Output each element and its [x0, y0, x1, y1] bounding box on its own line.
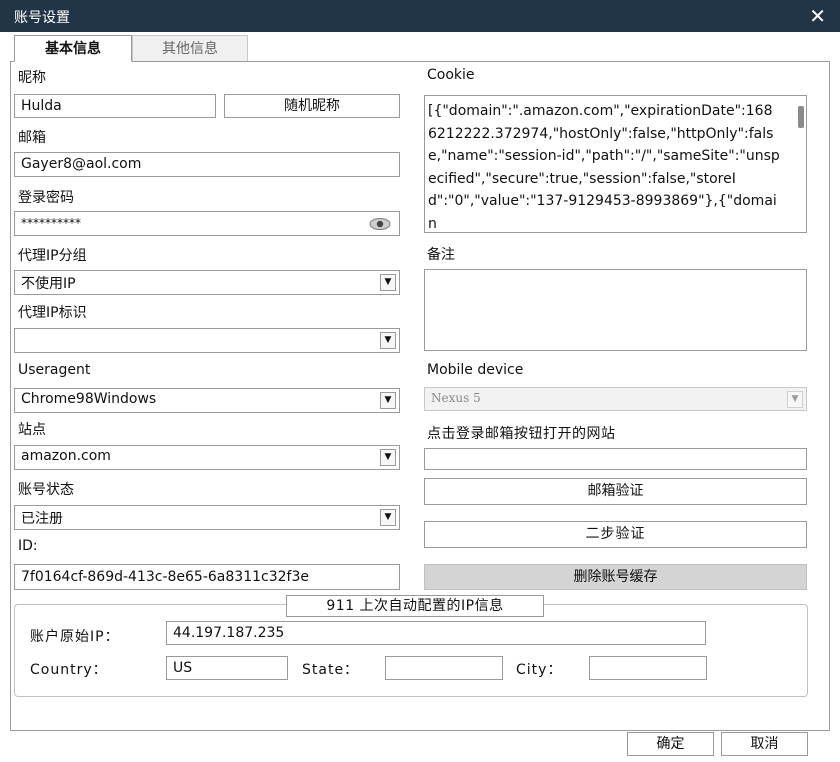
site-label: 站点 — [18, 422, 46, 438]
city-label: City： — [516, 662, 563, 678]
chevron-down-icon[interactable]: ▼ — [380, 449, 396, 466]
password-label: 登录密码 — [18, 190, 74, 206]
useragent-label: Useragent — [18, 362, 91, 378]
note-label: 备注 — [427, 247, 455, 263]
mobile-device-select: Nexus 5 ▼ — [424, 387, 807, 411]
cancel-button[interactable]: 取消 — [721, 732, 808, 756]
title-bar: 账号设置 ✕ — [0, 0, 840, 32]
chevron-down-icon: ▼ — [787, 391, 803, 408]
note-textarea[interactable] — [424, 269, 807, 351]
nickname-input[interactable]: Hulda — [14, 94, 216, 118]
nickname-label: 昵称 — [18, 70, 46, 86]
chevron-down-icon[interactable]: ▼ — [380, 392, 396, 409]
delete-cache-button[interactable]: 删除账号缓存 — [424, 564, 807, 590]
tab-other-info[interactable]: 其他信息 — [132, 35, 248, 61]
original-ip-label: 账户原始IP： — [30, 629, 120, 645]
proxy-group-select[interactable]: 不使用IP ▼ — [14, 270, 400, 295]
window-title: 账号设置 — [14, 10, 70, 26]
proxy-tag-label: 代理IP标识 — [18, 305, 87, 321]
chevron-down-icon[interactable]: ▼ — [380, 274, 396, 291]
ip-info-group — [14, 604, 808, 697]
state-label: State： — [302, 662, 360, 678]
account-settings-window: 账号设置 ✕ 基本信息 其他信息 昵称 Hulda 随机昵称 邮箱 Gayer8… — [0, 0, 840, 762]
chevron-down-icon[interactable]: ▼ — [380, 509, 396, 526]
original-ip-input[interactable]: 44.197.187.235 — [166, 621, 706, 645]
mobile-device-label: Mobile device — [427, 362, 524, 378]
ok-button[interactable]: 确定 — [627, 732, 714, 756]
useragent-select[interactable]: Chrome98Windows ▼ — [14, 388, 400, 413]
account-status-select[interactable]: 已注册 ▼ — [14, 505, 400, 530]
cookie-textarea[interactable]: [{"domain":".amazon.com","expirationDate… — [424, 95, 807, 233]
mobile-device-value: Nexus 5 — [431, 391, 481, 405]
site-value: amazon.com — [21, 448, 111, 464]
useragent-value: Chrome98Windows — [21, 391, 157, 407]
email-site-input[interactable] — [424, 448, 807, 470]
cookie-scrollbar[interactable] — [798, 106, 804, 128]
id-label: ID: — [18, 538, 38, 554]
ip-info-title: 911 上次自动配置的IP信息 — [286, 595, 544, 617]
id-input[interactable]: 7f0164cf-869d-413c-8e65-6a8311c32f3e — [14, 564, 400, 590]
close-icon[interactable]: ✕ — [809, 4, 826, 28]
two-step-verify-button[interactable]: 二步验证 — [424, 521, 807, 548]
cookie-text: [{"domain":".amazon.com","expirationDate… — [428, 103, 780, 232]
proxy-tag-select[interactable]: ▼ — [14, 328, 400, 353]
account-status-value: 已注册 — [21, 511, 63, 527]
proxy-group-label: 代理IP分组 — [18, 248, 87, 264]
email-site-label: 点击登录邮箱按钮打开的网站 — [427, 426, 616, 442]
country-input[interactable]: US — [166, 656, 288, 680]
cookie-label: Cookie — [427, 67, 475, 83]
state-input[interactable] — [385, 656, 503, 680]
email-label: 邮箱 — [18, 130, 46, 146]
password-value: ********** — [21, 216, 81, 230]
random-nickname-button[interactable]: 随机昵称 — [224, 94, 400, 118]
tab-basic-info[interactable]: 基本信息 — [14, 35, 132, 62]
country-label: Country： — [30, 662, 108, 678]
tab-strip: 基本信息 其他信息 — [10, 32, 830, 62]
chevron-down-icon[interactable]: ▼ — [380, 332, 396, 349]
email-input[interactable]: Gayer8@aol.com — [14, 152, 400, 177]
eye-icon[interactable] — [369, 216, 391, 235]
proxy-group-value: 不使用IP — [21, 276, 76, 292]
email-verify-button[interactable]: 邮箱验证 — [424, 478, 807, 505]
password-input[interactable]: ********** — [14, 211, 400, 236]
account-status-label: 账号状态 — [18, 482, 74, 498]
site-select[interactable]: amazon.com ▼ — [14, 445, 400, 470]
city-input[interactable] — [589, 656, 707, 680]
